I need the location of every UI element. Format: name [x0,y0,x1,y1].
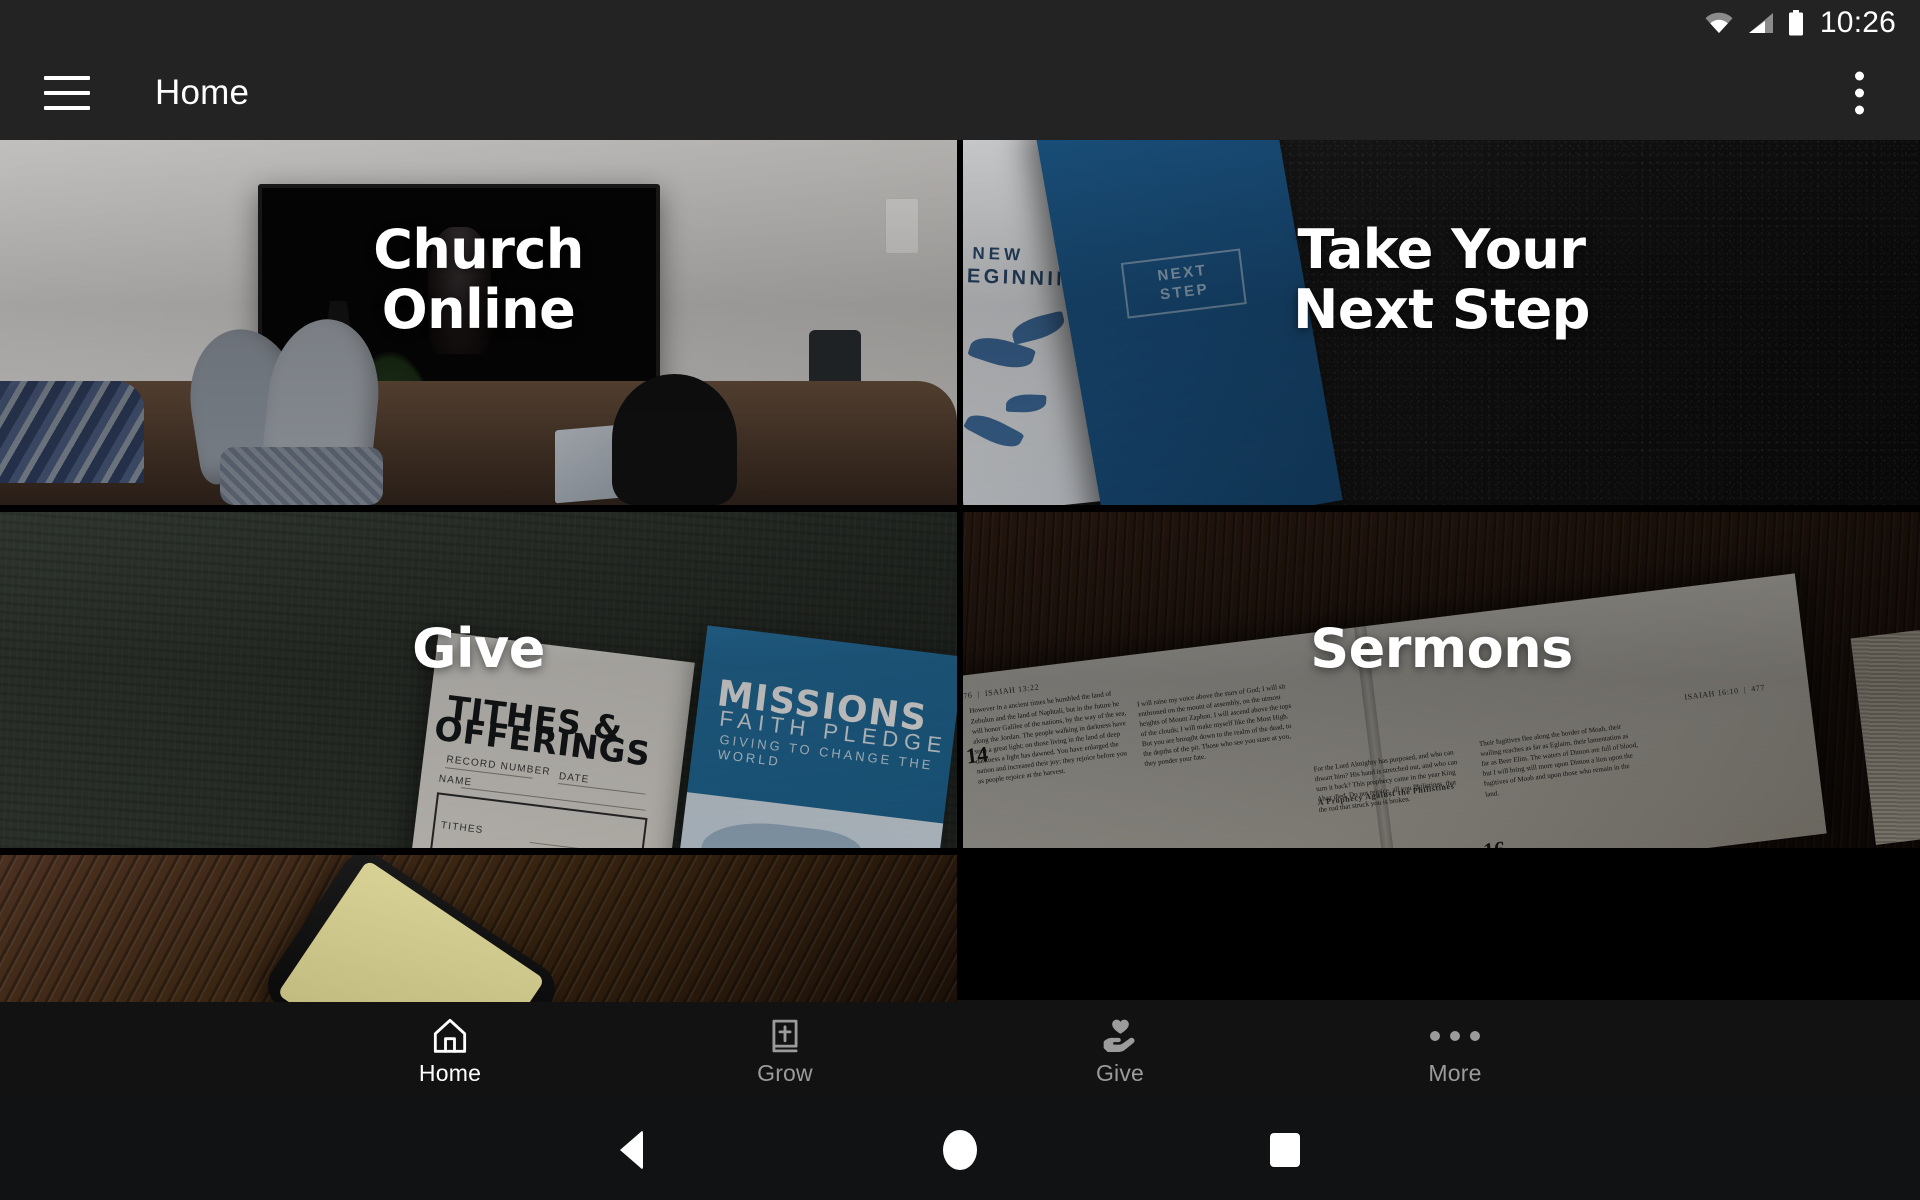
tile-image-next-step: NEW BEGINNINGS NEXT STEP [963,140,1920,505]
tile-row [0,855,1920,1002]
nav-label-home: Home [418,1060,482,1086]
hamburger-menu-icon[interactable] [44,75,90,110]
bible-page-left-ref: ISAIAH 13:22 [984,682,1040,698]
booklet-stamp: NEXT STEP [1120,247,1247,318]
battery-icon [1788,9,1803,35]
app-bar: Home [0,45,1920,140]
tile-sermons[interactable]: 476 | ISAIAH 13:22 ISAIAH 16:10 | 477 14… [963,512,1920,848]
booklet-text-line1: NEW [972,243,1025,265]
wifi-icon [1705,12,1733,33]
tile-church-online[interactable]: Church Online [0,140,957,505]
bible-page-left-number: 476 [963,690,974,702]
page-title: Home [155,73,250,112]
overflow-menu-icon[interactable] [1842,71,1876,114]
bible-cross-icon [766,1015,804,1057]
bottom-navigation-bar: Home Grow Give More [0,1000,1920,1100]
open-bible: 476 | ISAIAH 13:22 ISAIAH 16:10 | 477 14… [963,573,1828,848]
phone-photo [258,855,565,1002]
tile-image-give: TITHES & OFFERINGS RECORD NUMBER DATE NA… [0,512,957,848]
status-bar: 10:26 [0,0,1920,45]
envelope-tithes: TITHES & OFFERINGS RECORD NUMBER DATE NA… [405,631,696,848]
tile-take-your-next-step[interactable]: NEW BEGINNINGS NEXT STEP Take Your Next … [963,140,1920,505]
home-icon [430,1015,470,1057]
nav-item-give[interactable]: Give [1040,1015,1200,1085]
tile-partial[interactable] [0,855,957,1002]
recents-square-icon[interactable] [1270,1133,1300,1167]
envelope-field-3: NAME [438,773,474,789]
brochure-missions: MISSIONS FAITH PLEDGE GIVING TO CHANGE T… [672,625,957,848]
bible-page-right-number: 477 [1750,682,1766,694]
nav-label-give: Give [1095,1060,1145,1086]
booklet-stamp-line1: NEXT STEP [1156,260,1210,303]
bible-page-right-ref: ISAIAH 16:10 [1684,686,1740,702]
tile-row: Church Online NEW BEGINNINGS NEXT STEP T… [0,140,1920,505]
home-circle-icon[interactable] [943,1130,977,1170]
status-icons [1704,9,1804,36]
tile-give[interactable]: TITHES & OFFERINGS RECORD NUMBER DATE NA… [0,512,957,848]
nav-item-grow[interactable]: Grow [705,1015,865,1085]
tile-row-gutter [0,848,1920,855]
more-dots-icon [1430,1015,1480,1057]
tile-image-church-online [0,140,957,505]
tile-row-gutter [0,505,1920,512]
tile-row: TITHES & OFFERINGS RECORD NUMBER DATE NA… [0,512,1920,848]
tile-empty [963,855,1920,1002]
cellular-signal-icon [1748,12,1773,33]
tile-image-sermons: 476 | ISAIAH 13:22 ISAIAH 16:10 | 477 14… [963,512,1920,848]
nav-label-grow: Grow [757,1060,813,1086]
status-bar-clock: 10:26 [1819,5,1896,39]
hand-heart-icon [1099,1015,1141,1057]
nav-item-more[interactable]: More [1375,1015,1535,1085]
app-screen: 10:26 Home Church Online NEW BEGINNINGS … [0,0,1920,1200]
nav-label-more: More [1428,1060,1482,1086]
back-triangle-icon[interactable] [620,1130,643,1170]
android-system-nav [0,1100,1920,1200]
tile-grid: Church Online NEW BEGINNINGS NEXT STEP T… [0,140,1920,1002]
tile-image-partial [0,855,957,1002]
nav-item-home[interactable]: Home [370,1015,530,1085]
